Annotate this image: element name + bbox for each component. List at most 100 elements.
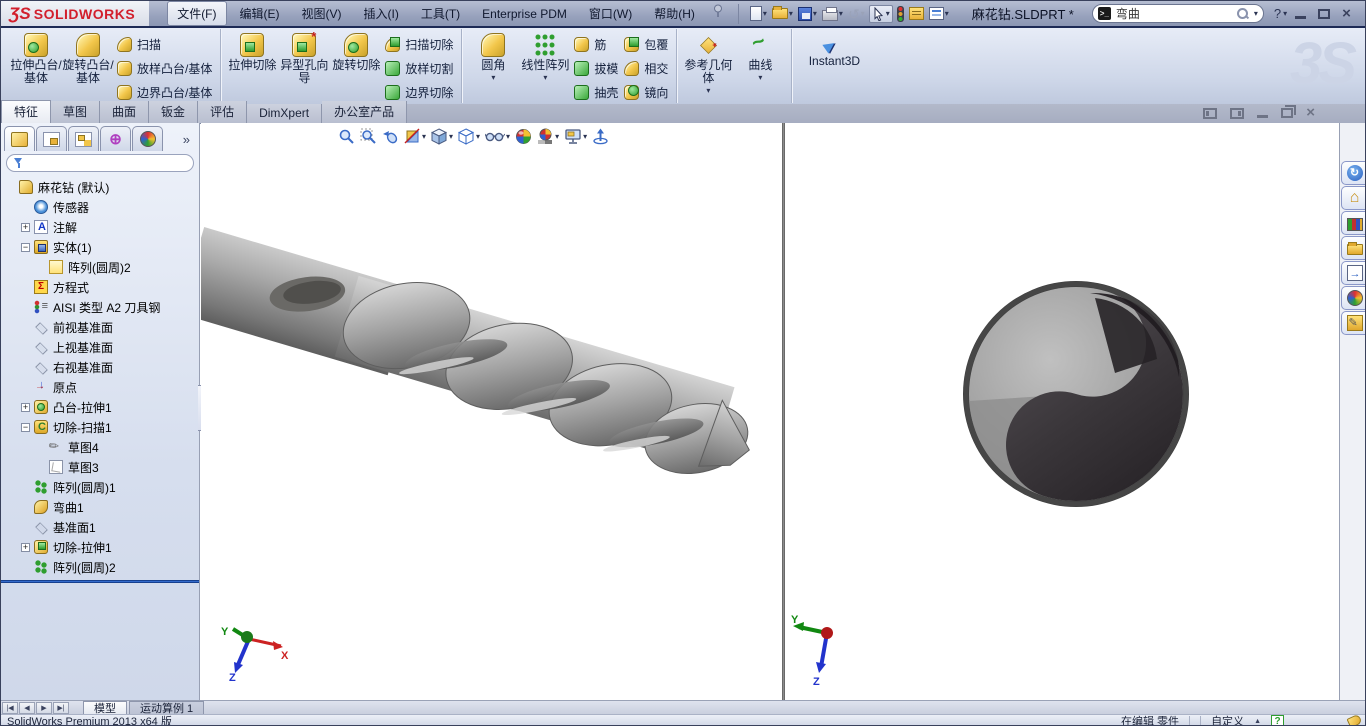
tree-item[interactable]: +凸台-拉伸1	[1, 397, 199, 417]
fillet-button[interactable]: 圆角 ▾	[467, 30, 519, 82]
draft-button[interactable]: 拔模	[571, 56, 621, 80]
panel-chevron[interactable]: »	[177, 132, 196, 151]
doc-close-button[interactable]: ×	[1306, 107, 1315, 119]
doc-minimize-button[interactable]	[1257, 115, 1268, 118]
tree-item[interactable]: 方程式	[1, 277, 199, 297]
expand-toggle[interactable]: +	[21, 403, 30, 412]
tree-item[interactable]: 草图3	[1, 457, 199, 477]
tree-item[interactable]: +注解	[1, 217, 199, 237]
section-view-button[interactable]: ▾	[403, 127, 427, 146]
propertymanager-tab[interactable]	[36, 126, 67, 151]
split-pane-right-icon[interactable]	[1230, 108, 1244, 119]
lofted-boss-button[interactable]: 放样凸台/基体	[114, 56, 215, 80]
swept-boss-button[interactable]: 扫描	[114, 32, 215, 56]
viewport-left[interactable]: ▾ ▾ ▾ ▾ ▾ ▾ Y X Z	[201, 123, 782, 700]
menu-window[interactable]: 窗口(W)	[580, 2, 641, 25]
select-tool-button[interactable]: ▾	[869, 5, 893, 23]
mirror-button[interactable]: 镜向	[621, 80, 671, 104]
tab-office-products[interactable]: 办公室产品	[322, 101, 407, 123]
intersect-button[interactable]: 相交	[621, 56, 671, 80]
configurationmanager-tab[interactable]	[68, 126, 99, 151]
tree-item[interactable]: −实体(1)	[1, 237, 199, 257]
search-icon[interactable]	[1237, 8, 1249, 20]
rotate-view-button[interactable]	[591, 127, 610, 146]
tree-item[interactable]: −切除-扫描1	[1, 417, 199, 437]
zoom-area-button[interactable]	[359, 127, 378, 146]
view-palette-button[interactable]	[1341, 261, 1366, 285]
instant3d-button[interactable]: Instant3D	[797, 30, 871, 68]
linear-pattern-dropdown[interactable]: ▾	[543, 73, 547, 82]
quick-tips-icon[interactable]: ?	[1271, 715, 1284, 726]
appearances-button[interactable]	[1341, 286, 1366, 310]
tag-icon[interactable]	[1346, 714, 1362, 726]
tree-filter-box[interactable]	[6, 154, 194, 172]
help-caret[interactable]: ▾	[1283, 9, 1287, 18]
edit-appearance-button[interactable]	[514, 127, 533, 146]
lofted-cut-button[interactable]: 放样切割	[382, 56, 456, 80]
tab-surfaces[interactable]: 曲面	[100, 101, 149, 123]
tree-item[interactable]: 上视基准面	[1, 337, 199, 357]
split-pane-left-icon[interactable]	[1203, 108, 1217, 119]
solidworks-forum-button[interactable]: ↻	[1341, 161, 1366, 185]
swept-cut-button[interactable]: 扫描切除	[382, 32, 456, 56]
tree-item[interactable]: 阵列(圆周)2	[1, 557, 199, 577]
tree-item[interactable]: 弯曲1	[1, 497, 199, 517]
expand-toggle[interactable]: +	[21, 223, 30, 232]
custom-properties-button[interactable]	[1341, 311, 1366, 335]
search-input[interactable]: 弯曲	[1116, 5, 1232, 22]
reference-geometry-button[interactable]: 参考几何体 ▾	[682, 30, 734, 95]
collapse-toggle[interactable]: −	[21, 243, 30, 252]
undo-button[interactable]: ↺▾	[847, 6, 866, 22]
shell-button[interactable]: 抽壳	[571, 80, 621, 104]
rollback-bar[interactable]	[1, 580, 199, 583]
view-orientation-button[interactable]: ▾	[430, 127, 454, 146]
tree-item[interactable]: 阵列(圆周)1	[1, 477, 199, 497]
tree-item[interactable]: 传感器	[1, 197, 199, 217]
tree-item[interactable]: 麻花钻 (默认)	[1, 177, 199, 197]
tab-sheet-metal[interactable]: 钣金	[149, 101, 198, 123]
tree-item[interactable]: +切除-拉伸1	[1, 537, 199, 557]
open-button[interactable]: ▾	[771, 7, 794, 20]
tree-item[interactable]: 原点	[1, 377, 199, 397]
new-document-button[interactable]: ▾	[749, 5, 768, 22]
tree-item[interactable]: 前视基准面	[1, 317, 199, 337]
menu-edit[interactable]: 编辑(E)	[231, 2, 289, 25]
display-style-button[interactable]: ▾	[457, 127, 481, 146]
help-button[interactable]: ?	[1274, 6, 1281, 21]
reference-geometry-dropdown[interactable]: ▾	[706, 86, 710, 95]
menu-insert[interactable]: 插入(I)	[355, 2, 408, 25]
doc-restore-button[interactable]	[1281, 108, 1293, 118]
featuremanager-tab[interactable]	[4, 126, 35, 151]
collapse-toggle[interactable]: −	[21, 423, 30, 432]
dimxpertmanager-tab[interactable]: ⊕	[100, 126, 131, 151]
search-box[interactable]: >_ 弯曲 ▾	[1092, 4, 1264, 23]
save-button[interactable]: ▾	[797, 6, 818, 22]
pin-menu-icon[interactable]	[712, 4, 724, 23]
hole-wizard-button[interactable]: 异型孔向导	[278, 30, 330, 85]
options-button[interactable]: ▾	[928, 6, 950, 21]
displaymanager-tab[interactable]	[132, 126, 163, 151]
tree-item[interactable]: 阵列(圆周)2	[1, 257, 199, 277]
menu-tools[interactable]: 工具(T)	[412, 2, 469, 25]
expand-toggle[interactable]: +	[21, 543, 30, 552]
menu-file[interactable]: 文件(F)	[167, 1, 226, 26]
minimize-button[interactable]	[1295, 16, 1306, 19]
menu-enterprise-pdm[interactable]: Enterprise PDM	[473, 4, 576, 24]
solidworks-resources-button[interactable]: ⌂	[1341, 186, 1366, 210]
tree-item[interactable]: 右视基准面	[1, 357, 199, 377]
tab-features[interactable]: 特征	[1, 100, 51, 123]
tree-item[interactable]: 草图4	[1, 437, 199, 457]
tab-evaluate[interactable]: 评估	[198, 101, 247, 123]
curves-dropdown[interactable]: ▾	[758, 73, 762, 82]
tab-dimxpert[interactable]: DimXpert	[247, 104, 322, 123]
extruded-cut-button[interactable]: 拉伸切除	[226, 30, 278, 72]
restore-button[interactable]	[1318, 9, 1330, 19]
custom-status-arrow[interactable]: ▲	[1254, 718, 1261, 725]
linear-pattern-button[interactable]: 线性阵列 ▾	[519, 30, 571, 82]
view-settings-button[interactable]: ▾	[563, 127, 588, 146]
revolved-boss-button[interactable]: 旋转凸台/基体	[62, 30, 114, 85]
menu-view[interactable]: 视图(V)	[293, 2, 351, 25]
tree-item[interactable]: AISI 类型 A2 刀具钢	[1, 297, 199, 317]
wrap-button[interactable]: 包覆	[621, 32, 671, 56]
previous-view-button[interactable]	[381, 127, 400, 146]
